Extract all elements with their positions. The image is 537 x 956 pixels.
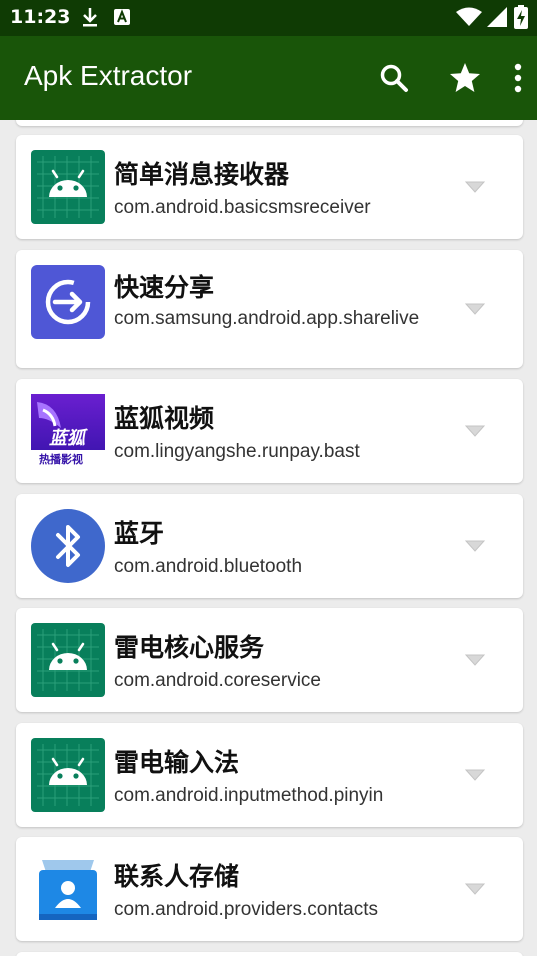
app-name: 雷电核心服务 xyxy=(114,633,265,662)
list-item[interactable]: 联系人存储 com.android.providers.contacts xyxy=(16,837,523,941)
list-item[interactable]: 简单消息接收器 com.android.basicsmsreceiver xyxy=(16,135,523,239)
list-item[interactable]: 雷电输入法 com.android.inputmethod.pinyin xyxy=(16,723,523,827)
expand-triangle-icon[interactable] xyxy=(465,883,485,895)
wifi-icon xyxy=(456,7,482,26)
status-bar: 11:23 xyxy=(0,0,537,36)
star-icon[interactable] xyxy=(447,60,483,96)
app-list[interactable]: 简单消息接收器 com.android.basicsmsreceiver 快速分… xyxy=(0,120,537,956)
quick-share-icon xyxy=(31,265,105,339)
keyboard-a-icon xyxy=(114,9,130,25)
list-item[interactable] xyxy=(16,952,523,956)
expand-triangle-icon[interactable] xyxy=(465,654,485,666)
app-package: com.android.basicsmsreceiver xyxy=(114,197,371,218)
app-name: 联系人存储 xyxy=(114,862,240,891)
app-name: 简单消息接收器 xyxy=(114,160,290,189)
app-name: 蓝狐视频 xyxy=(114,404,215,433)
android-icon xyxy=(31,150,105,224)
android-icon xyxy=(31,623,105,697)
list-item[interactable]: 快速分享 com.samsung.android.app.sharelive xyxy=(16,250,523,368)
app-package: com.android.providers.contacts xyxy=(114,899,379,920)
list-item[interactable]: 蓝牙 com.android.bluetooth xyxy=(16,494,523,598)
contacts-storage-icon xyxy=(39,860,97,920)
bluetooth-icon xyxy=(31,509,105,583)
lanhu-logo-text: 蓝狐 xyxy=(49,428,85,449)
expand-triangle-icon[interactable] xyxy=(465,181,485,193)
app-name: 雷电输入法 xyxy=(114,748,240,777)
app-name: 快速分享 xyxy=(114,273,215,302)
battery-charging-icon xyxy=(514,5,528,29)
signal-icon xyxy=(487,7,507,27)
more-vert-icon[interactable] xyxy=(500,60,536,96)
app-package: com.android.coreservice xyxy=(114,670,321,691)
expand-triangle-icon[interactable] xyxy=(465,540,485,552)
list-item[interactable]: 蓝狐 热播影视 蓝狐视频 com.lingyangshe.runpay.bast xyxy=(16,379,523,483)
android-icon xyxy=(31,738,105,812)
search-icon[interactable] xyxy=(376,60,412,96)
app-name: 蓝牙 xyxy=(114,519,165,548)
list-item[interactable]: 雷电核心服务 com.android.coreservice xyxy=(16,608,523,712)
app-bar: Apk Extractor xyxy=(0,36,537,120)
list-item[interactable] xyxy=(16,120,523,126)
app-title: Apk Extractor xyxy=(24,60,193,91)
download-icon xyxy=(83,8,97,27)
expand-triangle-icon[interactable] xyxy=(465,303,485,315)
app-package: com.lingyangshe.runpay.bast xyxy=(114,441,360,462)
app-package: com.android.bluetooth xyxy=(114,556,303,577)
app-package: com.android.inputmethod.pinyin xyxy=(114,785,384,806)
lanhu-logo-subtext: 热播影视 xyxy=(39,453,83,466)
status-time: 11:23 xyxy=(10,6,71,28)
lanhu-video-icon: 蓝狐 热播影视 xyxy=(31,394,105,468)
expand-triangle-icon[interactable] xyxy=(465,769,485,781)
expand-triangle-icon[interactable] xyxy=(465,425,485,437)
app-package: com.samsung.android.app.sharelive xyxy=(114,308,420,329)
